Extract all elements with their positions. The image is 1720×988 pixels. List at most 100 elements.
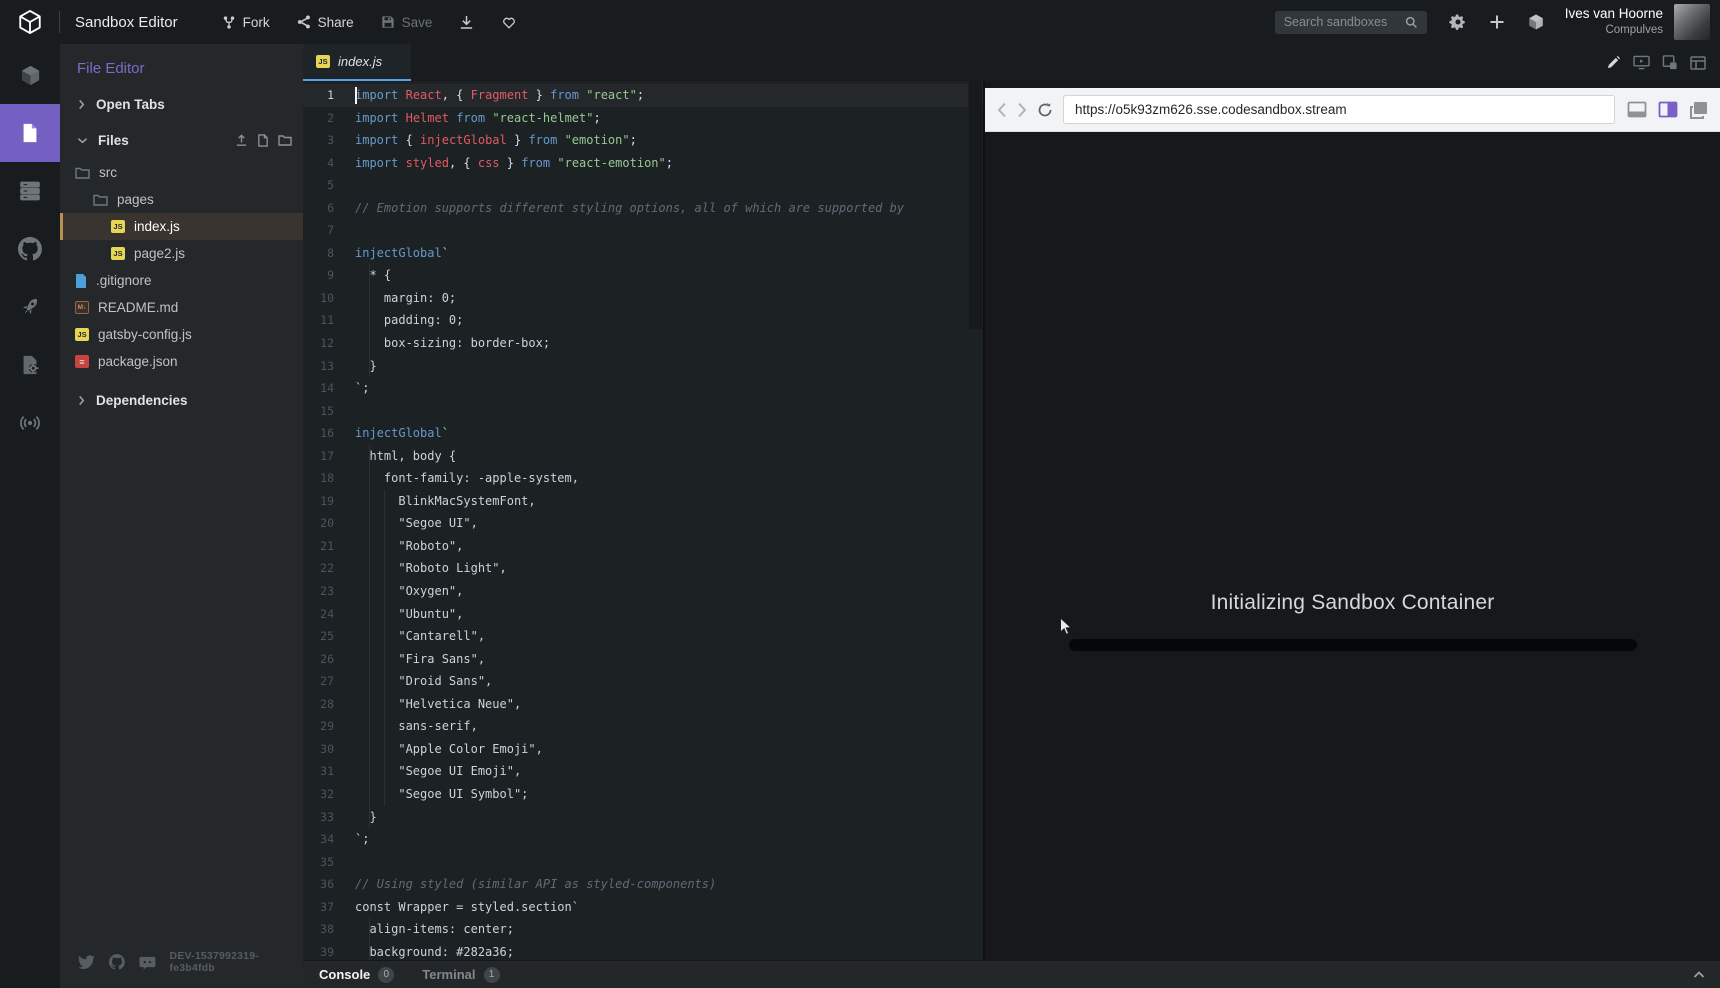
devtools-layout-icon[interactable]	[1690, 56, 1706, 70]
js-file-icon: JS	[111, 220, 125, 233]
open-in-new-window-icon[interactable]	[1689, 101, 1708, 119]
files-section[interactable]: Files	[60, 128, 303, 153]
responsive-view-icon[interactable]	[1662, 55, 1678, 70]
code-line-7[interactable]: 7	[303, 219, 983, 242]
forward-icon[interactable]	[1017, 102, 1027, 118]
codesandbox-logo-icon[interactable]	[15, 9, 45, 35]
code-line-2[interactable]: 2import Helmet from "react-helmet";	[303, 107, 983, 130]
console-tab[interactable]: Console 0	[319, 967, 394, 983]
new-file-icon[interactable]	[257, 134, 269, 147]
file-tree-item-pages[interactable]: pages	[60, 186, 303, 213]
terminal-badge: 1	[484, 967, 500, 983]
code-line-4[interactable]: 4import styled, { css } from "react-emot…	[303, 152, 983, 175]
code-line-35[interactable]: 35	[303, 851, 983, 874]
code-line-28[interactable]: 28 "Helvetica Neue",	[303, 693, 983, 716]
code-line-24[interactable]: 24 "Ubuntu",	[303, 603, 983, 626]
save-button[interactable]: Save	[381, 15, 433, 30]
share-button[interactable]: Share	[297, 15, 354, 30]
search-input[interactable]: Search sandboxes	[1275, 11, 1427, 34]
export-zip-button[interactable]	[459, 15, 474, 30]
code-line-37[interactable]: 37const Wrapper = styled.section`	[303, 896, 983, 919]
code-line-25[interactable]: 25 "Cantarell",	[303, 625, 983, 648]
fork-button[interactable]: Fork	[222, 15, 270, 30]
deployment-config-icon[interactable]	[0, 336, 60, 394]
code-line-9[interactable]: 9 * {	[303, 264, 983, 287]
indent-guide	[369, 941, 370, 960]
code-line-30[interactable]: 30 "Apple Color Emoji",	[303, 738, 983, 761]
sandbox-info-icon[interactable]	[0, 46, 60, 104]
like-button[interactable]	[501, 15, 517, 30]
code-line-27[interactable]: 27 "Droid Sans",	[303, 670, 983, 693]
server-control-icon[interactable]	[0, 162, 60, 220]
toggle-sidebar-panel-icon[interactable]	[1658, 101, 1678, 118]
code-line-18[interactable]: 18 font-family: -apple-system,	[303, 467, 983, 490]
code-line-29[interactable]: 29 sans-serif,	[303, 715, 983, 738]
code-line-10[interactable]: 10 margin: 0;	[303, 287, 983, 310]
file-tree-item-page2.js[interactable]: JSpage2.js	[60, 240, 303, 267]
code-line-21[interactable]: 21 "Roboto",	[303, 535, 983, 558]
code-line-16[interactable]: 16injectGlobal`	[303, 422, 983, 445]
avatar[interactable]	[1674, 4, 1710, 40]
line-number: 19	[303, 490, 334, 513]
live-session-icon[interactable]	[0, 394, 60, 452]
code-line-39[interactable]: 39 background: #282a36;	[303, 941, 983, 960]
my-sandboxes-cube-icon[interactable]	[1527, 13, 1545, 31]
new-folder-icon[interactable]	[278, 134, 292, 146]
code-line-20[interactable]: 20 "Segoe UI",	[303, 512, 983, 535]
code-line-5[interactable]: 5	[303, 174, 983, 197]
deployment-rocket-icon[interactable]	[0, 278, 60, 336]
open-tabs-section[interactable]: Open Tabs	[60, 92, 303, 117]
file-editor-icon[interactable]	[0, 104, 60, 162]
indent-guide	[369, 760, 370, 783]
code-line-12[interactable]: 12 box-sizing: border-box;	[303, 332, 983, 355]
code-line-26[interactable]: 26 "Fira Sans",	[303, 648, 983, 671]
upload-file-icon[interactable]	[235, 134, 248, 147]
back-icon[interactable]	[997, 102, 1007, 118]
file-tree-item-gatsby-config.js[interactable]: JSgatsby-config.js	[60, 321, 303, 348]
code-line-34[interactable]: 34`;	[303, 828, 983, 851]
file-tree-item-index.js[interactable]: JSindex.js	[60, 213, 303, 240]
code-line-15[interactable]: 15	[303, 400, 983, 423]
file-tree-item-package.json[interactable]: ≡package.json	[60, 348, 303, 375]
code-line-14[interactable]: 14`;	[303, 377, 983, 400]
tab-index-js[interactable]: JS index.js	[303, 44, 411, 81]
new-sandbox-plus-icon[interactable]	[1489, 14, 1505, 30]
code-line-11[interactable]: 11 padding: 0;	[303, 309, 983, 332]
code-line-3[interactable]: 3import { injectGlobal } from "emotion";	[303, 129, 983, 152]
file-tree-item-.gitignore[interactable]: .gitignore	[60, 267, 303, 294]
twitter-icon[interactable]	[78, 955, 95, 970]
code-line-19[interactable]: 19 BlinkMacSystemFont,	[303, 490, 983, 513]
code-line-32[interactable]: 32 "Segoe UI Symbol";	[303, 783, 983, 806]
expand-devtools-chevron-icon[interactable]	[1692, 968, 1706, 982]
github-icon[interactable]	[0, 220, 60, 278]
line-number: 39	[303, 941, 334, 960]
editor-scrollbar[interactable]	[968, 81, 982, 329]
terminal-tab[interactable]: Terminal 1	[422, 967, 499, 983]
code-line-22[interactable]: 22 "Roboto Light",	[303, 557, 983, 580]
code-line-31[interactable]: 31 "Segoe UI Emoji",	[303, 760, 983, 783]
settings-gear-icon[interactable]	[1449, 13, 1467, 31]
discord-icon[interactable]	[139, 955, 156, 970]
code-editor[interactable]: 1import React, { Fragment } from "react"…	[303, 81, 983, 960]
code-line-8[interactable]: 8injectGlobal`	[303, 242, 983, 265]
user-menu[interactable]: Ives van Hoorne Compulves	[1565, 6, 1663, 37]
code-line-1[interactable]: 1import React, { Fragment } from "react"…	[303, 84, 983, 107]
code-line-36[interactable]: 36// Using styled (similar API as styled…	[303, 873, 983, 896]
file-tree-item-README.md[interactable]: M↓README.md	[60, 294, 303, 321]
code-line-23[interactable]: 23 "Oxygen",	[303, 580, 983, 603]
code-line-6[interactable]: 6// Emotion supports different styling o…	[303, 197, 983, 220]
github-link-icon[interactable]	[109, 954, 125, 970]
file-tree-item-src[interactable]: src	[60, 159, 303, 186]
indent-guide	[384, 693, 385, 716]
code-line-33[interactable]: 33 }	[303, 806, 983, 829]
code-line-13[interactable]: 13 }	[303, 355, 983, 378]
url-input[interactable]: https://o5k93zm626.sse.codesandbox.strea…	[1063, 95, 1615, 124]
code-line-17[interactable]: 17 html, body {	[303, 445, 983, 468]
code-line-38[interactable]: 38 align-items: center;	[303, 918, 983, 941]
toggle-console-panel-icon[interactable]	[1627, 101, 1647, 118]
refresh-icon[interactable]	[1037, 102, 1053, 118]
dependencies-section[interactable]: Dependencies	[60, 388, 303, 413]
preview-view-icon[interactable]	[1633, 55, 1650, 70]
heart-icon	[501, 15, 517, 30]
editor-view-icon[interactable]	[1606, 55, 1621, 70]
